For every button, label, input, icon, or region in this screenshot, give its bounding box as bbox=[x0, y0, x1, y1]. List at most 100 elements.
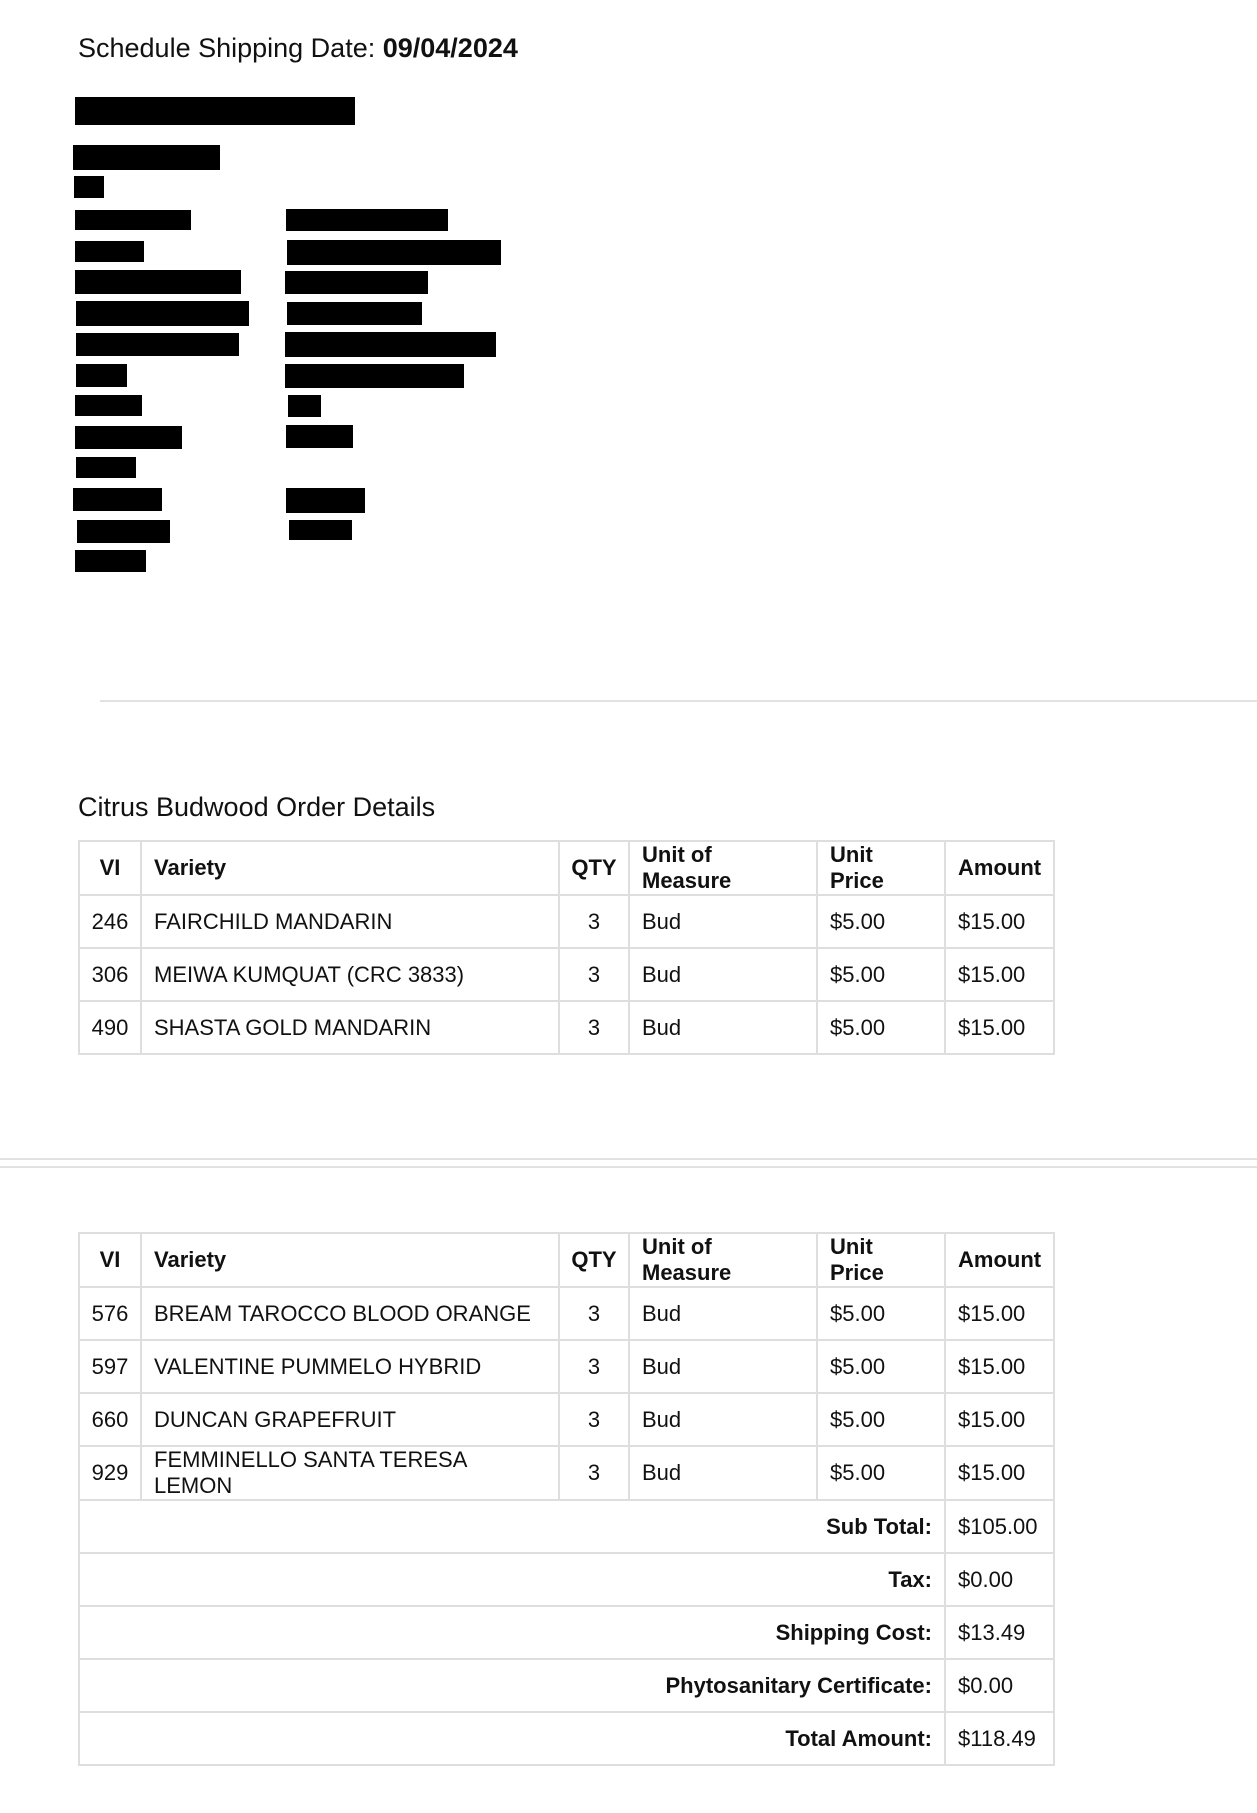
summary-row-phytosanitary: Phytosanitary Certificate: $0.00 bbox=[78, 1658, 1056, 1713]
order-details-table: VI Variety QTY Unit of Measure Unit Pric… bbox=[78, 840, 1056, 1055]
redaction-block bbox=[75, 270, 241, 294]
redaction-block bbox=[74, 176, 104, 198]
cell-variety: MEIWA KUMQUAT (CRC 3833) bbox=[140, 947, 560, 1002]
redaction-block bbox=[289, 520, 352, 540]
cell-variety: DUNCAN GRAPEFRUIT bbox=[140, 1392, 560, 1447]
summary-row-total: Total Amount: $118.49 bbox=[78, 1711, 1056, 1766]
divider-line bbox=[100, 700, 1257, 702]
table-row: 597 VALENTINE PUMMELO HYBRID 3 Bud $5.00… bbox=[78, 1339, 1056, 1394]
cell-vi: 306 bbox=[78, 947, 142, 1002]
summary-label: Shipping Cost: bbox=[78, 1605, 946, 1660]
redaction-block bbox=[288, 395, 321, 417]
redaction-block bbox=[285, 364, 464, 388]
cell-qty: 3 bbox=[558, 947, 630, 1002]
redaction-block bbox=[285, 271, 428, 294]
cell-unit-price: $5.00 bbox=[816, 947, 946, 1002]
header-variety: Variety bbox=[140, 840, 560, 896]
redaction-block bbox=[75, 550, 146, 572]
cell-qty: 3 bbox=[558, 1286, 630, 1341]
cell-unit-price: $5.00 bbox=[816, 1445, 946, 1501]
cell-vi: 929 bbox=[78, 1445, 142, 1501]
summary-row-shipping: Shipping Cost: $13.49 bbox=[78, 1605, 1056, 1660]
table-row: 246 FAIRCHILD MANDARIN 3 Bud $5.00 $15.0… bbox=[78, 894, 1056, 949]
header-variety: Variety bbox=[140, 1232, 560, 1288]
redaction-block bbox=[287, 302, 422, 325]
cell-variety: SHASTA GOLD MANDARIN bbox=[140, 1000, 560, 1055]
redaction-block bbox=[73, 488, 162, 511]
header-unit-price: Unit Price bbox=[816, 840, 946, 896]
redaction-block bbox=[75, 426, 182, 449]
cell-unit-price: $5.00 bbox=[816, 1392, 946, 1447]
cell-variety: BREAM TAROCCO BLOOD ORANGE bbox=[140, 1286, 560, 1341]
cell-amount: $15.00 bbox=[943, 1445, 1056, 1501]
cell-variety: VALENTINE PUMMELO HYBRID bbox=[140, 1339, 560, 1394]
redaction-block bbox=[76, 333, 239, 356]
cell-amount: $15.00 bbox=[943, 1000, 1056, 1055]
summary-row-subtotal: Sub Total: $105.00 bbox=[78, 1499, 1056, 1554]
summary-value: $0.00 bbox=[943, 1552, 1056, 1607]
cell-vi: 576 bbox=[78, 1286, 142, 1341]
redaction-block bbox=[75, 97, 355, 125]
redaction-block bbox=[76, 364, 127, 387]
summary-value: $118.49 bbox=[943, 1711, 1056, 1766]
cell-qty: 3 bbox=[558, 894, 630, 949]
schedule-shipping-value: 09/04/2024 bbox=[382, 33, 518, 63]
schedule-shipping-label: Schedule Shipping Date: bbox=[78, 33, 376, 63]
summary-label: Tax: bbox=[78, 1552, 946, 1607]
cell-vi: 597 bbox=[78, 1339, 142, 1394]
redaction-block bbox=[76, 301, 249, 326]
summary-value: $0.00 bbox=[943, 1658, 1056, 1713]
summary-label: Phytosanitary Certificate: bbox=[78, 1658, 946, 1713]
table-header-row: VI Variety QTY Unit of Measure Unit Pric… bbox=[78, 840, 1056, 896]
divider-line bbox=[0, 1158, 1257, 1160]
cell-vi: 490 bbox=[78, 1000, 142, 1055]
header-vi: VI bbox=[78, 1232, 142, 1288]
cell-uom: Bud bbox=[628, 947, 818, 1002]
header-unit-of-measure: Unit of Measure bbox=[628, 840, 818, 896]
cell-qty: 3 bbox=[558, 1392, 630, 1447]
redaction-block bbox=[75, 210, 191, 230]
cell-amount: $15.00 bbox=[943, 1392, 1056, 1447]
cell-unit-price: $5.00 bbox=[816, 894, 946, 949]
table-row: 306 MEIWA KUMQUAT (CRC 3833) 3 Bud $5.00… bbox=[78, 947, 1056, 1002]
cell-uom: Bud bbox=[628, 1445, 818, 1501]
header-vi: VI bbox=[78, 840, 142, 896]
header-amount: Amount bbox=[943, 1232, 1056, 1288]
cell-qty: 3 bbox=[558, 1445, 630, 1501]
cell-uom: Bud bbox=[628, 1286, 818, 1341]
cell-uom: Bud bbox=[628, 1000, 818, 1055]
table-header-row: VI Variety QTY Unit of Measure Unit Pric… bbox=[78, 1232, 1056, 1288]
cell-uom: Bud bbox=[628, 1392, 818, 1447]
table-row: 929 FEMMINELLO SANTA TERESA LEMON 3 Bud … bbox=[78, 1445, 1056, 1501]
divider-line bbox=[0, 1166, 1257, 1168]
cell-vi: 660 bbox=[78, 1392, 142, 1447]
cell-unit-price: $5.00 bbox=[816, 1339, 946, 1394]
cell-amount: $15.00 bbox=[943, 1286, 1056, 1341]
cell-vi: 246 bbox=[78, 894, 142, 949]
redaction-block bbox=[77, 520, 170, 543]
redaction-block bbox=[75, 395, 142, 416]
cell-unit-price: $5.00 bbox=[816, 1000, 946, 1055]
summary-label: Total Amount: bbox=[78, 1711, 946, 1766]
redaction-block bbox=[73, 145, 220, 170]
summary-value: $13.49 bbox=[943, 1605, 1056, 1660]
redaction-block bbox=[76, 457, 136, 478]
table-row: 490 SHASTA GOLD MANDARIN 3 Bud $5.00 $15… bbox=[78, 1000, 1056, 1055]
cell-variety: FEMMINELLO SANTA TERESA LEMON bbox=[140, 1445, 560, 1501]
cell-qty: 3 bbox=[558, 1339, 630, 1394]
header-qty: QTY bbox=[558, 1232, 630, 1288]
order-details-table-continued: VI Variety QTY Unit of Measure Unit Pric… bbox=[78, 1232, 1056, 1766]
cell-amount: $15.00 bbox=[943, 1339, 1056, 1394]
table-row: 660 DUNCAN GRAPEFRUIT 3 Bud $5.00 $15.00 bbox=[78, 1392, 1056, 1447]
cell-amount: $15.00 bbox=[943, 947, 1056, 1002]
table-row: 576 BREAM TAROCCO BLOOD ORANGE 3 Bud $5.… bbox=[78, 1286, 1056, 1341]
cell-amount: $15.00 bbox=[943, 894, 1056, 949]
cell-uom: Bud bbox=[628, 894, 818, 949]
section-title: Citrus Budwood Order Details bbox=[78, 792, 436, 822]
summary-row-tax: Tax: $0.00 bbox=[78, 1552, 1056, 1607]
header-amount: Amount bbox=[943, 840, 1056, 896]
summary-value: $105.00 bbox=[943, 1499, 1056, 1554]
redaction-block bbox=[75, 241, 144, 262]
cell-variety: FAIRCHILD MANDARIN bbox=[140, 894, 560, 949]
header-qty: QTY bbox=[558, 840, 630, 896]
